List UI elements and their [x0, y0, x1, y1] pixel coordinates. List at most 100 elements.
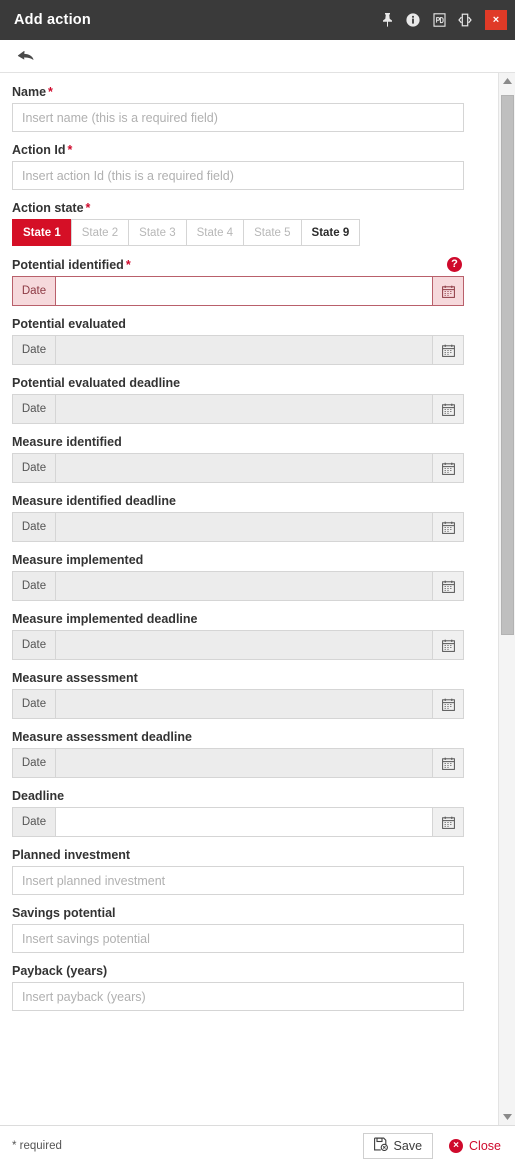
deadline-date-group: Date	[12, 807, 464, 837]
measure-identified-date-input	[56, 453, 432, 483]
field-action-id-label-row: Action Id *	[12, 143, 464, 157]
measure-identified-date-addon: Date	[12, 453, 56, 483]
date-field-list: Potential identified *? Date Potential eval…	[12, 257, 464, 837]
back-arrow-icon[interactable]	[14, 45, 38, 67]
pdf-icon[interactable]	[431, 12, 447, 28]
savings-potential-input[interactable]	[12, 924, 464, 953]
field-payback-label: Payback (years)	[12, 964, 108, 978]
close-circle-icon: ×	[449, 1138, 464, 1153]
action-id-input[interactable]	[12, 161, 464, 190]
field-deadline-label: Deadline	[12, 789, 64, 803]
field-action-state-label-row: Action state *	[12, 201, 464, 215]
field-measure-identified-label-row: Measure identified	[12, 435, 464, 449]
scroll-up-arrow-icon[interactable]	[499, 73, 515, 89]
field-measure-identified-label-text: Measure identified	[12, 435, 122, 449]
potential-evaluated-deadline-date-addon: Date	[12, 394, 56, 424]
field-measure-implemented-deadline-label: Measure implemented deadline	[12, 612, 197, 626]
field-potential-identified: Potential identified *? Date	[12, 257, 464, 306]
field-payback-label-row: Payback (years)	[12, 964, 464, 978]
field-measure-identified-deadline: Measure identified deadline Date	[12, 494, 464, 542]
field-potential-identified-label-text: Potential identified	[12, 257, 124, 272]
field-savings-potential-label-row: Savings potential	[12, 906, 464, 920]
titlebar-icon-group: ×	[379, 10, 507, 30]
dialog-footer: * required Save × Close	[0, 1125, 515, 1165]
field-planned-investment-label: Planned investment	[12, 848, 131, 862]
field-action-id-label: Action Id *	[12, 143, 72, 157]
field-action-id: Action Id *	[12, 143, 464, 190]
measure-assessment-date-group: Date	[12, 689, 464, 719]
field-name-label: Name *	[12, 85, 53, 99]
scrollbar-thumb[interactable]	[501, 95, 514, 635]
field-name-label-text: Name	[12, 85, 47, 99]
field-deadline-label-row: Deadline	[12, 789, 464, 803]
field-action-state-required-marker: *	[85, 201, 91, 215]
close-window-button[interactable]: ×	[485, 10, 507, 30]
measure-implemented-date-addon: Date	[12, 571, 56, 601]
measure-implemented-deadline-date-addon: Date	[12, 630, 56, 660]
calendar-icon	[432, 571, 464, 601]
field-potential-identified-required-marker: *	[125, 257, 131, 272]
field-measure-identified-deadline-label-row: Measure identified deadline	[12, 494, 464, 508]
calendar-icon[interactable]	[432, 807, 464, 837]
potential-evaluated-date-group: Date	[12, 335, 464, 365]
field-potential-identified-label: Potential identified *	[12, 258, 131, 272]
field-measure-assessment-label-row: Measure assessment	[12, 671, 464, 685]
close-button-label: Close	[469, 1138, 501, 1153]
field-action-state: Action state * State 1 State 2 State 3 State…	[12, 201, 464, 246]
potential-identified-date-input[interactable]	[56, 276, 432, 306]
field-measure-implemented-deadline-label-text: Measure implemented deadline	[12, 612, 198, 626]
measure-identified-deadline-date-addon: Date	[12, 512, 56, 542]
info-icon[interactable]	[405, 12, 421, 28]
action-state-option-1[interactable]: State 1	[12, 219, 71, 246]
measure-assessment-date-addon: Date	[12, 689, 56, 719]
field-measure-implemented-deadline-label-row: Measure implemented deadline	[12, 612, 464, 626]
save-button[interactable]: Save	[362, 1132, 434, 1159]
pin-icon[interactable]	[379, 12, 395, 28]
field-payback: Payback (years)	[12, 964, 464, 1011]
field-name-label-row: Name *	[12, 85, 464, 99]
action-state-option-2: State 2	[70, 219, 129, 246]
calendar-icon	[432, 630, 464, 660]
calendar-icon[interactable]	[432, 276, 464, 306]
calendar-icon	[432, 512, 464, 542]
dialog-title: Add action	[14, 12, 91, 28]
planned-investment-input[interactable]	[12, 866, 464, 895]
scroll-down-arrow-icon[interactable]	[499, 1109, 515, 1125]
calendar-icon	[432, 689, 464, 719]
field-measure-assessment: Measure assessment Date	[12, 671, 464, 719]
add-action-dialog: Add action × Name * Insert name (this is…	[0, 0, 515, 1165]
potential-evaluated-date-input	[56, 335, 432, 365]
field-potential-identified-label-row: Potential identified *?	[12, 257, 464, 272]
deadline-date-input[interactable]	[56, 807, 432, 837]
measure-assessment-date-input	[56, 689, 432, 719]
calendar-icon	[432, 453, 464, 483]
field-potential-evaluated: Potential evaluated Date	[12, 317, 464, 365]
field-measure-identified-deadline-label-text: Measure identified deadline	[12, 494, 176, 508]
field-savings-potential-label: Savings potential	[12, 906, 116, 920]
measure-identified-deadline-date-input	[56, 512, 432, 542]
field-potential-evaluated-label-row: Potential evaluated	[12, 317, 464, 331]
dialog-body: Name* Action Id* Action state*	[0, 73, 515, 1125]
field-measure-identified: Measure identified Date	[12, 435, 464, 483]
measure-implemented-deadline-date-input	[56, 630, 432, 660]
field-measure-assessment-label-text: Measure assessment	[12, 671, 138, 685]
payback-input[interactable]	[12, 982, 464, 1011]
deadline-date-addon: Date	[12, 807, 56, 837]
help-icon[interactable]: ?	[447, 257, 462, 272]
form-scrollbar[interactable]	[498, 73, 515, 1125]
field-potential-evaluated-deadline-label: Potential evaluated deadline	[12, 376, 180, 390]
name-input[interactable]	[12, 103, 464, 132]
expand-icon[interactable]	[457, 12, 473, 28]
field-action-id-required-marker: *	[67, 143, 73, 157]
field-deadline: Deadline Date	[12, 789, 464, 837]
save-button-label: Save	[393, 1138, 423, 1153]
calendar-icon	[432, 748, 464, 778]
form-scroll-region: Name* Action Id* Action state*	[0, 73, 498, 1125]
field-potential-evaluated-deadline: Potential evaluated deadline Date	[12, 376, 464, 424]
field-action-id-label-text: Action Id	[12, 143, 66, 157]
close-button[interactable]: × Close	[449, 1138, 501, 1153]
field-measure-assessment-deadline: Measure assessment deadline Date	[12, 730, 464, 778]
action-state-option-6[interactable]: State 9	[300, 219, 361, 246]
measure-implemented-date-group: Date	[12, 571, 464, 601]
field-measure-implemented-label-text: Measure implemented	[12, 553, 144, 567]
